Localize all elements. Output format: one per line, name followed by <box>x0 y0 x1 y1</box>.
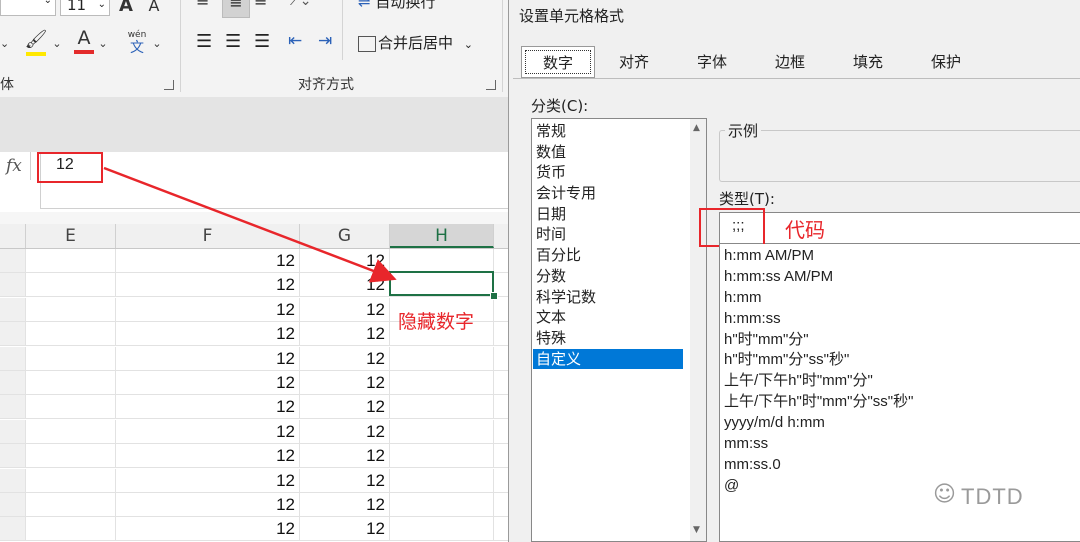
arrow-line <box>103 166 397 283</box>
annotation-arrow <box>103 166 397 283</box>
